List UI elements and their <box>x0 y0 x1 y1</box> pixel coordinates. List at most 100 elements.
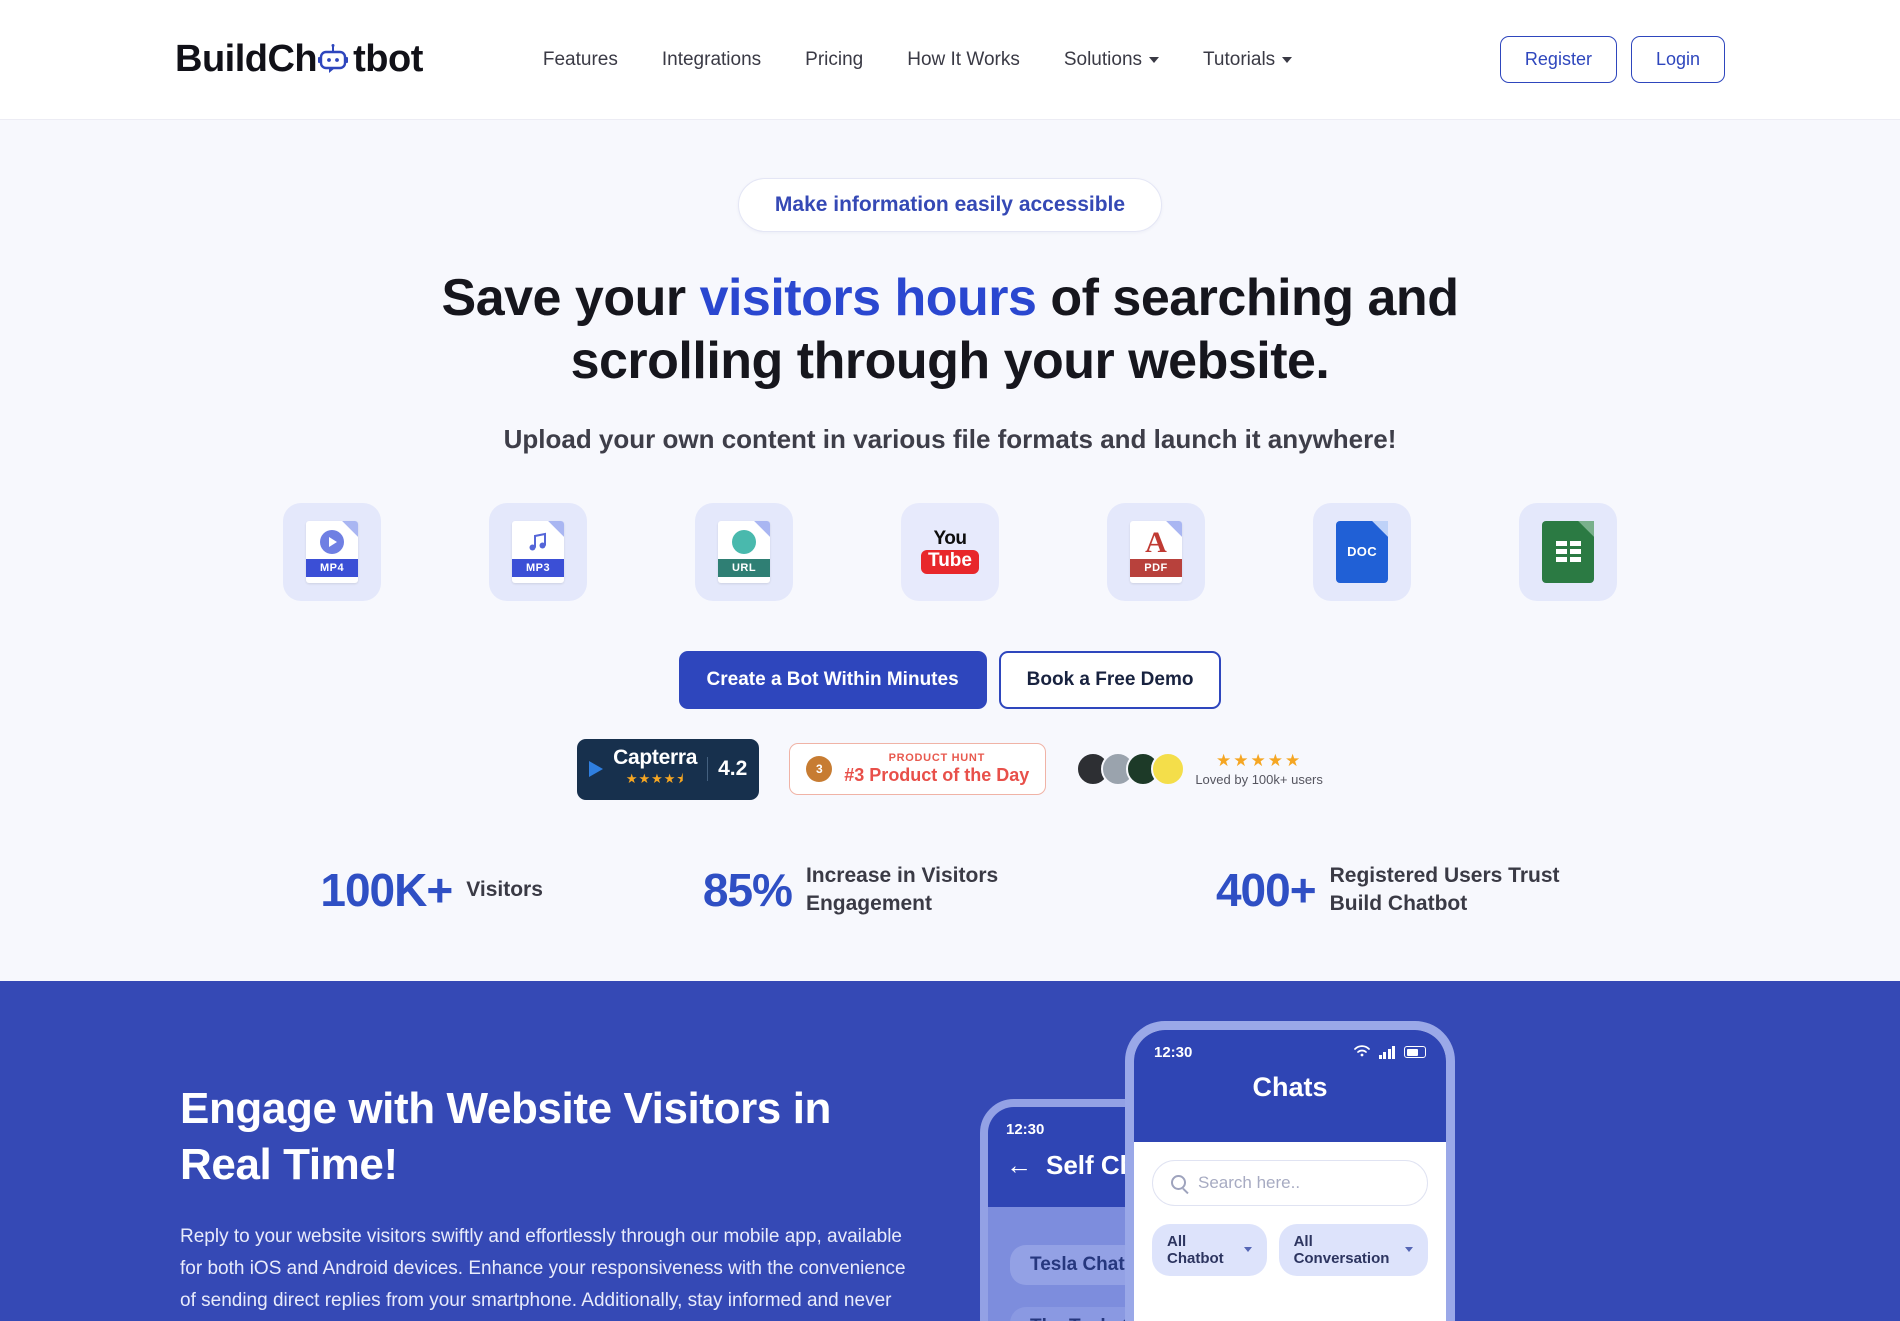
chip-label: All Chatbot <box>1167 1232 1224 1267</box>
capterra-name: Capterra <box>613 745 698 769</box>
mp4-file-icon: MP4 <box>306 520 358 583</box>
acrobat-glyph-icon: A <box>1145 525 1167 559</box>
search-input[interactable]: Search here.. <box>1152 1159 1428 1206</box>
search-placeholder: Search here.. <box>1198 1172 1301 1192</box>
search-icon <box>1171 1175 1186 1191</box>
file-tile-doc[interactable]: DOC <box>1313 502 1411 601</box>
file-tile-sheets[interactable] <box>1519 502 1617 601</box>
capterra-stars: ★★★★⯨ <box>625 770 685 786</box>
chevron-down-icon <box>1149 56 1160 63</box>
nav-item-features[interactable]: Features <box>543 49 618 71</box>
robot-icon <box>318 41 352 84</box>
youtube-you: You <box>933 527 967 549</box>
nav-label: Pricing <box>805 48 864 70</box>
youtube-icon: You Tube <box>921 527 979 574</box>
chevron-down-icon <box>1405 1247 1413 1253</box>
hero-subheadline: Upload your own content in various file … <box>503 423 1397 454</box>
login-button[interactable]: Login <box>1630 36 1725 83</box>
phone-header: 12:30 Chats <box>1134 1029 1446 1142</box>
stat-label: Registered Users Trust Build Chatbot <box>1329 863 1560 916</box>
stat-label: Increase in Visitors Engagement <box>805 863 999 916</box>
loved-by-users: ★★★★★ Loved by 100k+ users <box>1076 752 1323 787</box>
music-note-icon <box>512 530 564 554</box>
nav-item-pricing[interactable]: Pricing <box>805 49 863 71</box>
social-proof-row: Capterra ★★★★⯨ 4.2 3 PRODUCT HUNT #3 Pro… <box>0 738 1900 800</box>
stat-visitors: 100K+ Visitors <box>320 862 543 919</box>
status-icons <box>1353 1044 1426 1060</box>
status-time: 12:30 <box>1154 1043 1193 1061</box>
register-button[interactable]: Register <box>1499 36 1617 83</box>
nav-label: Tutorials <box>1203 48 1276 70</box>
hero-section: Make information easily accessible Save … <box>0 120 1900 919</box>
phone-body: Search here.. All Chatbot All Conversati… <box>1134 1141 1446 1321</box>
supported-file-types: MP4 MP3 URL You Tube A PDF DOC <box>0 502 1900 601</box>
file-tag: DOC <box>1347 544 1377 560</box>
file-tile-url[interactable]: URL <box>695 502 793 601</box>
youtube-tube: Tube <box>921 549 979 574</box>
logo-text-post: tbot <box>353 38 423 80</box>
phone-chats: 12:30 Chats Search here.. All Chatbot Al… <box>1125 1020 1455 1321</box>
hero-badge: Make information easily accessible <box>737 178 1163 232</box>
engage-paragraph: Reply to your website visitors swiftly a… <box>180 1226 906 1311</box>
sheets-file-icon <box>1542 520 1594 583</box>
nav-item-tutorials[interactable]: Tutorials <box>1203 48 1293 71</box>
engage-section: Engage with Website Visitors in Real Tim… <box>0 980 1900 1321</box>
nav-item-integrations[interactable]: Integrations <box>662 49 761 71</box>
file-tile-youtube[interactable]: You Tube <box>901 502 999 601</box>
table-grid-glyph <box>1555 541 1581 563</box>
stat-engagement: 85% Increase in Visitors Engagement <box>703 862 1056 919</box>
file-tag: PDF <box>1130 558 1182 577</box>
engage-heading: Engage with Website Visitors in Real Tim… <box>180 1083 831 1189</box>
stat-number: 100K+ <box>320 864 453 917</box>
signal-icon <box>1378 1045 1395 1059</box>
rating-stars: ★★★★★ <box>1216 750 1303 770</box>
stat-registered-users: 400+ Registered Users Trust Build Chatbo… <box>1216 862 1580 919</box>
capterra-score: 4.2 <box>707 757 747 782</box>
phone-title: Chats <box>1252 1071 1328 1102</box>
file-tile-mp4[interactable]: MP4 <box>283 502 381 601</box>
capterra-logo-icon <box>589 761 604 778</box>
page-title: Save your visitors hours of searching an… <box>385 267 1515 394</box>
nav-label: How It Works <box>907 48 1020 70</box>
globe-icon <box>718 529 770 554</box>
auth-actions: Register Login <box>1499 36 1725 83</box>
file-tile-pdf[interactable]: A PDF <box>1107 502 1205 601</box>
page-fold <box>1578 520 1594 537</box>
pdf-file-icon: A PDF <box>1130 520 1182 583</box>
stat-label: Visitors <box>466 878 543 902</box>
phone-mockups: 12:30 ← Self Chat Tesla Chat The Tesla C… <box>950 1020 1650 1321</box>
site-header: BuildCh tbot Features Integrations Prici… <box>0 0 1900 120</box>
main-nav: Features Integrations Pricing How It Wor… <box>543 48 1293 71</box>
stat-number: 400+ <box>1215 864 1317 917</box>
wifi-icon <box>1353 1044 1370 1060</box>
nav-label: Solutions <box>1063 48 1143 70</box>
hero-cta-group: Create a Bot Within Minutes Book a Free … <box>0 650 1900 709</box>
capterra-badge[interactable]: Capterra ★★★★⯨ 4.2 <box>577 738 760 800</box>
url-file-icon: URL <box>718 520 770 583</box>
filter-chip-all-chatbot[interactable]: All Chatbot <box>1152 1223 1267 1276</box>
stats-row: 100K+ Visitors 85% Increase in Visitors … <box>0 862 1900 919</box>
avatar-group <box>1076 752 1186 787</box>
chevron-down-icon <box>1282 56 1293 63</box>
medal-icon: 3 <box>806 756 833 783</box>
stat-number: 85% <box>702 864 793 917</box>
headline-highlight: visitors hours <box>699 269 1037 327</box>
book-demo-button[interactable]: Book a Free Demo <box>998 650 1222 709</box>
play-icon <box>306 529 358 554</box>
file-tag: MP4 <box>306 558 358 577</box>
file-tile-mp3[interactable]: MP3 <box>489 502 587 601</box>
filter-chips: All Chatbot All Conversation <box>1152 1223 1428 1276</box>
nav-label: Integrations <box>661 48 762 70</box>
file-tag: URL <box>718 558 770 577</box>
back-arrow-icon[interactable]: ← <box>1006 1150 1032 1181</box>
logo[interactable]: BuildCh tbot <box>175 38 423 81</box>
create-bot-button[interactable]: Create a Bot Within Minutes <box>678 650 987 709</box>
filter-chip-all-conversation[interactable]: All Conversation <box>1278 1223 1428 1276</box>
headline-part1: Save your <box>441 269 700 327</box>
nav-item-how-it-works[interactable]: How It Works <box>907 49 1020 71</box>
file-tag: MP3 <box>512 558 564 577</box>
product-hunt-eyebrow: PRODUCT HUNT <box>888 752 985 765</box>
nav-item-solutions[interactable]: Solutions <box>1063 48 1160 71</box>
doc-file-icon: DOC <box>1336 520 1388 583</box>
product-hunt-badge[interactable]: 3 PRODUCT HUNT #3 Product of the Day <box>789 743 1047 796</box>
